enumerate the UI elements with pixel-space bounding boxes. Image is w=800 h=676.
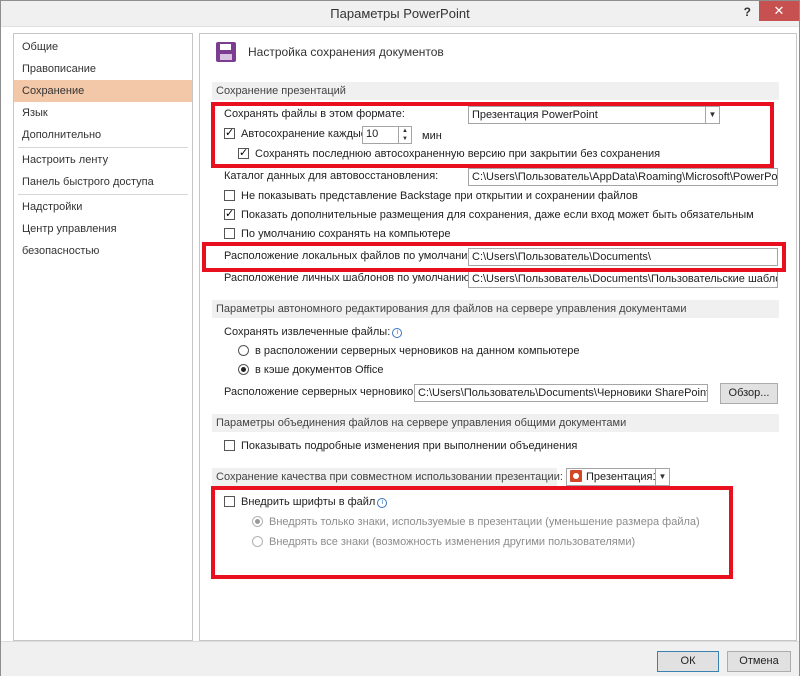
no-backstage-row: Не показывать представление Backstage пр… [224, 190, 638, 202]
office-cache-option[interactable]: в кэше документов Office [238, 364, 384, 376]
save-extracted-label: Сохранять извлеченные файлы: [224, 326, 391, 338]
panel-title: Настройка сохранения документов [248, 45, 444, 59]
browse-button[interactable]: Обзор... [720, 383, 778, 404]
info-icon: i [377, 498, 388, 508]
embed-fonts-checkbox[interactable] [224, 496, 235, 507]
autorecover-label: Каталог данных для автовосстановления: [224, 170, 439, 182]
embed-all-chars-option[interactable]: Внедрять все знаки (возможность изменени… [252, 536, 635, 548]
keep-last-version-checkbox[interactable] [238, 146, 249, 159]
templates-location-input[interactable]: C:\Users\Пользователь\Documents\Пользова… [468, 270, 778, 288]
embed-fonts-row: Внедрить шрифты в файл i [224, 496, 388, 508]
autosave-row: Автосохранение каждые [224, 126, 367, 140]
powerpoint-options-dialog: Параметры PowerPoint ? ✕ Общие Правописа… [0, 0, 800, 676]
server-drafts-label: в расположении серверных черновиков на д… [255, 345, 580, 357]
save-format-select[interactable]: Презентация PowerPoint ▼ [468, 106, 720, 124]
save-disk-icon [216, 42, 236, 62]
window-title: Параметры PowerPoint [330, 6, 470, 21]
drafts-location-label: Расположение серверных черновиков: [224, 386, 423, 398]
local-location-label: Расположение локальных файлов по умолчан… [224, 250, 479, 262]
sidebar-item-language[interactable]: Язык [14, 102, 192, 124]
autosave-minutes-stepper[interactable]: 10 ▲ ▼ [362, 126, 412, 144]
keep-last-version-row: Сохранять последнюю автосохраненную верс… [238, 146, 661, 160]
help-button[interactable]: ? [744, 5, 751, 19]
autorecover-path-input[interactable]: C:\Users\Пользователь\AppData\Roaming\Mi… [468, 168, 778, 186]
embed-used-chars-radio[interactable] [252, 516, 263, 527]
section-quality: Сохранение качества при совместном испол… [212, 468, 563, 486]
cancel-button[interactable]: Отмена [727, 651, 791, 672]
sidebar-item-customize-ribbon[interactable]: Настроить ленту [14, 149, 192, 171]
save-format-value: Презентация PowerPoint [472, 109, 598, 121]
sidebar-item-advanced[interactable]: Дополнительно [14, 124, 192, 146]
section-save-presentations: Сохранение презентаций [212, 82, 779, 100]
sidebar-item-proofing[interactable]: Правописание [14, 58, 192, 80]
templates-location-label: Расположение личных шаблонов по умолчани… [224, 272, 473, 284]
server-drafts-radio[interactable] [238, 345, 249, 356]
chevron-down-icon[interactable]: ▼ [705, 107, 719, 123]
sidebar-item-save[interactable]: Сохранение [14, 80, 192, 102]
show-merge-changes-row: Показывать подробные изменения при выпол… [224, 440, 577, 452]
office-cache-label: в кэше документов Office [255, 364, 384, 376]
stepper-up-icon[interactable]: ▲ [399, 127, 411, 135]
embed-fonts-label: Внедрить шрифты в файл [241, 496, 376, 508]
sidebar-item-general[interactable]: Общие [14, 36, 192, 58]
autosave-minutes-value: 10 [366, 128, 379, 140]
section-merge: Параметры объединения файлов на сервере … [212, 414, 779, 432]
dialog-body: Общие Правописание Сохранение Язык Допол… [1, 27, 799, 641]
save-format-label: Сохранять файлы в этом формате: [224, 108, 405, 120]
show-additional-places-label: Показать дополнительные размещения для с… [241, 209, 754, 221]
save-settings-panel: Настройка сохранения документов Сохранен… [199, 33, 797, 641]
sidebar: Общие Правописание Сохранение Язык Допол… [13, 33, 193, 641]
dialog-footer: ОК Отмена [1, 641, 799, 676]
sidebar-item-quick-access-toolbar[interactable]: Панель быстрого доступа [14, 171, 192, 193]
presentation-select[interactable]: Презентация1 ▼ [566, 468, 670, 486]
no-backstage-label: Не показывать представление Backstage пр… [241, 190, 638, 202]
save-to-computer-label: По умолчанию сохранять на компьютере [241, 228, 451, 240]
sidebar-item-add-ins[interactable]: Надстройки [14, 196, 192, 218]
autosave-label: Автосохранение каждые [241, 128, 367, 140]
sidebar-item-trust-center[interactable]: Центр управления безопасностью [14, 218, 192, 257]
keep-last-version-label: Сохранять последнюю автосохраненную верс… [255, 148, 661, 160]
stepper-down-icon[interactable]: ▼ [399, 135, 411, 143]
close-button[interactable]: ✕ [759, 1, 799, 21]
save-to-computer-row: По умолчанию сохранять на компьютере [224, 228, 450, 240]
show-merge-changes-label: Показывать подробные изменения при выпол… [241, 440, 578, 452]
no-backstage-checkbox[interactable] [224, 190, 235, 201]
title-bar: Параметры PowerPoint ? ✕ [1, 1, 799, 27]
section-offline-editing: Параметры автономного редактирования для… [212, 300, 779, 318]
embed-used-chars-label: Внедрять только знаки, используемые в пр… [269, 516, 700, 528]
server-drafts-option[interactable]: в расположении серверных черновиков на д… [238, 345, 579, 357]
show-additional-places-row: Показать дополнительные размещения для с… [224, 207, 754, 221]
office-cache-radio[interactable] [238, 364, 249, 375]
embed-used-chars-option[interactable]: Внедрять только знаки, используемые в пр… [252, 516, 700, 528]
save-extracted-row: Сохранять извлеченные файлы: i [224, 326, 403, 338]
drafts-location-input[interactable]: C:\Users\Пользователь\Documents\Черновик… [414, 384, 708, 402]
autosave-checkbox[interactable] [224, 126, 235, 139]
chevron-down-icon[interactable]: ▼ [655, 469, 669, 485]
show-merge-changes-checkbox[interactable] [224, 440, 235, 451]
save-to-computer-checkbox[interactable] [224, 228, 235, 239]
embed-all-chars-radio[interactable] [252, 536, 263, 547]
show-additional-places-checkbox[interactable] [224, 207, 235, 220]
stepper-buttons[interactable]: ▲ ▼ [398, 127, 411, 143]
powerpoint-file-icon [570, 470, 582, 482]
local-location-input[interactable]: C:\Users\Пользователь\Documents\ [468, 248, 778, 266]
embed-all-chars-label: Внедрять все знаки (возможность изменени… [269, 536, 636, 548]
presentation-value: Презентация1 [586, 471, 659, 483]
minutes-unit-label: мин [422, 130, 442, 142]
ok-button[interactable]: ОК [657, 651, 719, 672]
info-icon: i [392, 328, 403, 338]
